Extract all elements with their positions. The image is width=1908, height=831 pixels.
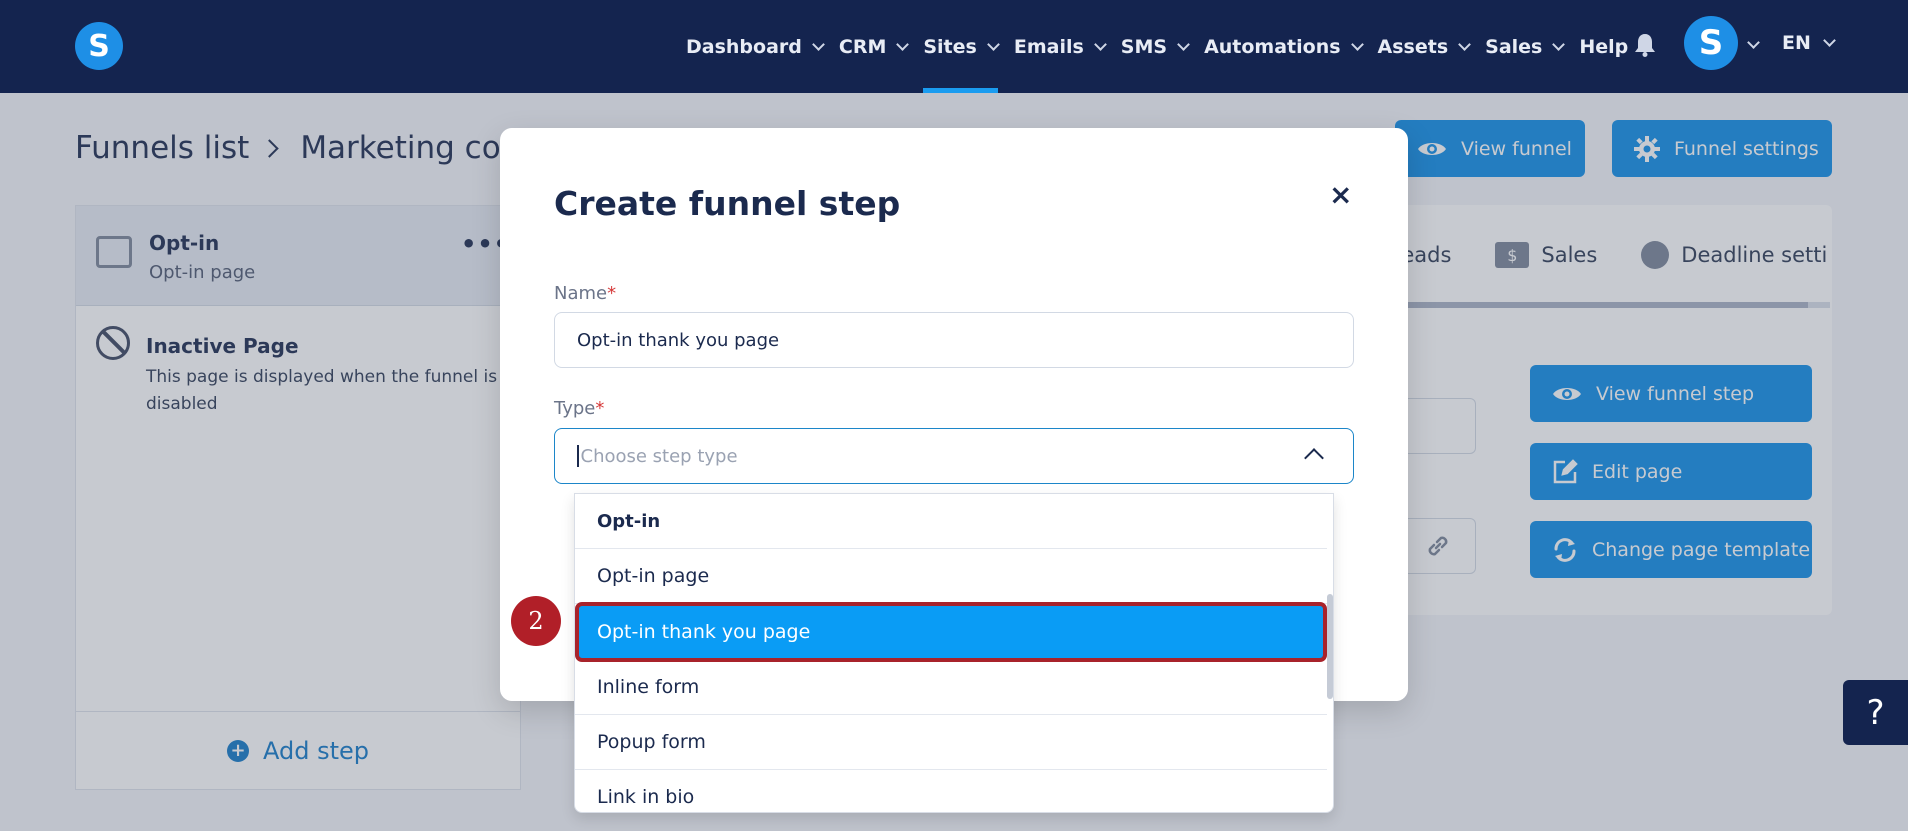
step-number-badge: 2	[511, 596, 561, 646]
close-icon[interactable]: ×	[1329, 178, 1352, 211]
user-avatar[interactable]: S	[1684, 16, 1738, 70]
chevron-down-icon	[986, 37, 1000, 51]
nav-label: Emails	[1013, 35, 1084, 58]
required-mark: *	[607, 283, 617, 304]
nav-crm[interactable]: CRM	[838, 0, 910, 93]
type-label-text: Type	[554, 398, 596, 419]
nav-label: Sales	[1485, 35, 1543, 58]
language-selector[interactable]: EN	[1782, 32, 1836, 54]
chevron-down-icon	[812, 37, 825, 51]
nav-sites[interactable]: Sites	[923, 0, 1000, 93]
nav-label: CRM	[838, 35, 887, 58]
step-type-dropdown: Opt-in Opt-in page Opt-in thank you page…	[574, 493, 1334, 813]
required-mark: *	[595, 398, 605, 419]
step-type-placeholder: Choose step type	[580, 445, 738, 467]
step-type-select[interactable]: Choose step type	[554, 428, 1354, 484]
dropdown-scrollbar[interactable]	[1327, 594, 1333, 699]
text-cursor	[577, 445, 579, 467]
type-field-label: Type*	[554, 398, 604, 419]
language-label: EN	[1782, 32, 1811, 54]
nav-sales[interactable]: Sales	[1485, 0, 1566, 93]
nav-assets[interactable]: Assets	[1377, 0, 1472, 93]
main-nav: Dashboard CRM Sites Emails SMS Automatio…	[686, 0, 1644, 93]
name-label-text: Name	[554, 283, 608, 304]
help-button[interactable]: ?	[1843, 680, 1908, 745]
nav-label: Sites	[923, 35, 977, 58]
dropdown-option[interactable]: Popup form	[575, 715, 1327, 770]
nav-sms[interactable]: SMS	[1120, 0, 1190, 93]
chevron-down-icon	[1823, 34, 1836, 47]
chevron-up-icon[interactable]	[1304, 448, 1324, 468]
nav-label: Assets	[1377, 35, 1449, 58]
nav-help[interactable]: Help	[1579, 0, 1628, 93]
dropdown-option[interactable]: Inline form	[575, 660, 1327, 715]
dropdown-option[interactable]: Link in bio	[575, 770, 1327, 812]
chevron-down-icon[interactable]	[1747, 36, 1760, 49]
top-navbar: S Dashboard CRM Sites Emails SMS Automat…	[0, 0, 1908, 93]
nav-label: Automations	[1204, 35, 1341, 58]
chevron-down-icon	[1552, 37, 1566, 51]
dropdown-group-header: Opt-in	[575, 494, 1327, 549]
nav-label: Help	[1579, 35, 1629, 58]
nav-label: Dashboard	[686, 35, 802, 58]
dropdown-option[interactable]: Opt-in page	[575, 549, 1327, 604]
name-input[interactable]: Opt-in thank you page	[554, 312, 1354, 368]
nav-dashboard[interactable]: Dashboard	[686, 0, 825, 93]
chevron-down-icon	[1458, 37, 1472, 51]
modal-title: Create funnel step	[554, 184, 901, 223]
chevron-down-icon	[1093, 37, 1107, 51]
chevron-down-icon	[896, 37, 910, 51]
name-field-label: Name*	[554, 283, 616, 304]
app-logo[interactable]: S	[75, 22, 123, 70]
chevron-down-icon	[1177, 37, 1190, 51]
bell-icon[interactable]	[1634, 33, 1656, 57]
chevron-down-icon	[1350, 37, 1364, 51]
nav-emails[interactable]: Emails	[1013, 0, 1107, 93]
nav-automations[interactable]: Automations	[1204, 0, 1364, 93]
nav-label: SMS	[1120, 35, 1168, 58]
dropdown-option-selected[interactable]: Opt-in thank you page	[575, 602, 1327, 662]
